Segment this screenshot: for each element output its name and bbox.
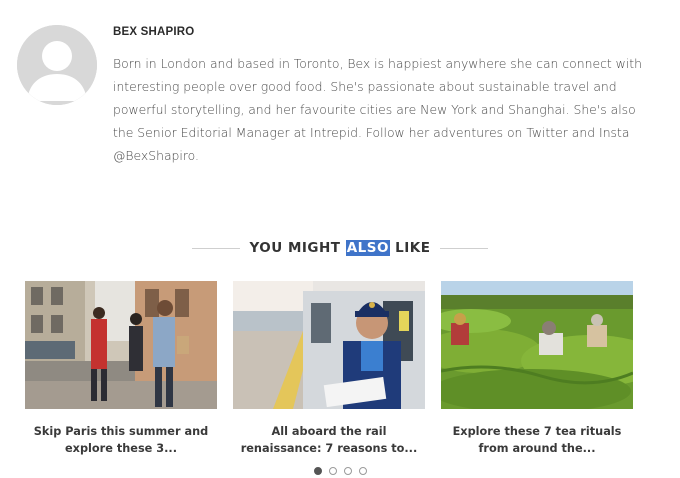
- carousel-dot-4[interactable]: [358, 467, 367, 475]
- related-cards-carousel: Skip Paris this summer and explore these…: [25, 281, 633, 461]
- carousel-dot-3[interactable]: [343, 467, 352, 475]
- related-card[interactable]: All aboard the rail renaissance: 7 reaso…: [233, 281, 425, 457]
- card-title[interactable]: Skip Paris this summer and explore these…: [25, 423, 217, 457]
- default-avatar-icon: [17, 25, 97, 105]
- heading-text-highlight: ALSO: [345, 240, 390, 256]
- card-image-paris-street[interactable]: [25, 281, 217, 409]
- card-title[interactable]: All aboard the rail renaissance: 7 reaso…: [233, 423, 425, 457]
- heading-divider-left: [191, 247, 240, 249]
- heading-text-post: LIKE: [389, 240, 431, 256]
- card-image-tea-field[interactable]: [441, 281, 633, 409]
- related-heading: YOU MIGHT ALSO LIKE: [0, 238, 680, 258]
- author-name: BEX SHAPIRO: [113, 26, 195, 38]
- card-image-train-attendant[interactable]: [233, 281, 425, 409]
- carousel-dot-1[interactable]: [313, 467, 322, 475]
- related-heading-title: YOU MIGHT ALSO LIKE: [250, 240, 431, 256]
- heading-text-pre: YOU MIGHT: [249, 240, 346, 256]
- carousel-pagination: [0, 467, 680, 477]
- author-avatar: [17, 25, 97, 105]
- card-title[interactable]: Explore these 7 tea rituals from around …: [441, 423, 633, 457]
- related-card[interactable]: Explore these 7 tea rituals from around …: [441, 281, 633, 457]
- related-card[interactable]: Skip Paris this summer and explore these…: [25, 281, 217, 457]
- author-bio: Born in London and based in Toronto, Bex…: [113, 56, 642, 163]
- heading-divider-right: [440, 247, 489, 249]
- carousel-dot-2[interactable]: [328, 467, 337, 475]
